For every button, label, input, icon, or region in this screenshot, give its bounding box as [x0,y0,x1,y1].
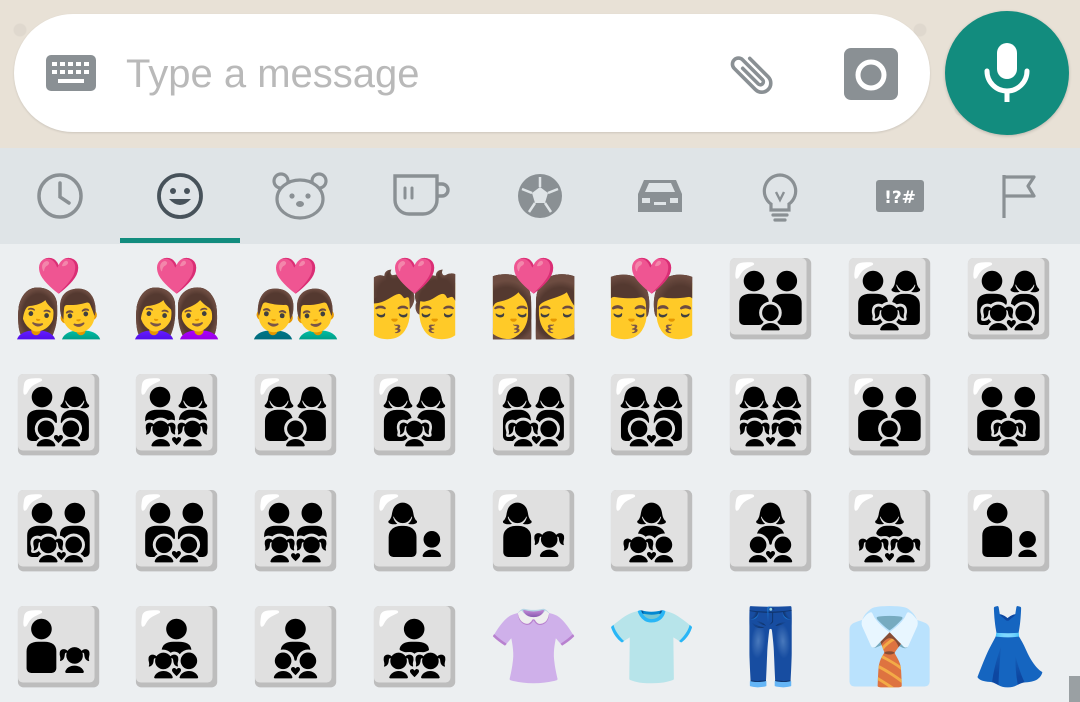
symbols-icon: !?# [876,180,924,212]
emoji-key[interactable]: 👨‍👧‍👧 [360,592,470,702]
keyboard-icon[interactable] [46,55,96,91]
emoji-key[interactable]: 👩‍❤️‍💋‍👩 [479,244,589,354]
paperclip-icon[interactable] [722,42,786,106]
emoji-key[interactable]: 👩‍👧‍👦 [597,476,707,586]
emoji-key[interactable]: 👨‍❤️‍💋‍👨 [597,244,707,354]
emoji-key[interactable]: 👩‍👧 [479,476,589,586]
tab-flags[interactable] [960,148,1080,244]
emoji-key[interactable]: 👪 [716,244,826,354]
emoji-grid-scrollbar[interactable] [1069,676,1080,702]
microphone-icon [984,43,1030,102]
emoji-key[interactable]: 👩‍👧‍👧 [835,476,945,586]
emoji-key[interactable]: 👨‍👧 [4,592,114,702]
emoji-key[interactable]: 💏 [360,244,470,354]
emoji-key[interactable]: 👔 [835,592,945,702]
emoji-key[interactable]: 👩‍👦‍👦 [716,476,826,586]
emoji-key[interactable]: 👚 [479,592,589,702]
emoji-key[interactable]: 👩‍👦 [360,476,470,586]
emoji-key[interactable]: 👨‍👩‍👧‍👦 [954,244,1064,354]
clock-icon [37,173,83,219]
emoji-key[interactable]: 👨‍👨‍👧‍👦 [4,476,114,586]
emoji-key[interactable]: 👩‍👩‍👦‍👦 [597,360,707,470]
tab-objects[interactable] [720,148,840,244]
bear-icon [272,172,328,220]
emoji-key[interactable]: 👩‍👩‍👧‍👧 [716,360,826,470]
tab-smileys-people[interactable] [120,148,240,244]
car-icon [638,180,682,212]
emoji-category-tabs: !?# [0,148,1080,245]
emoji-grid: 👩‍❤️‍👨 👩‍❤️‍👩 👨‍❤️‍👨 💏 👩‍❤️‍💋‍👩 👨‍❤️‍💋‍👨… [0,244,1080,702]
emoji-key[interactable]: 👩‍👩‍👧 [360,360,470,470]
symbols-label: !?# [884,188,916,208]
tab-animals-nature[interactable] [240,148,360,244]
emoji-key[interactable]: 👖 [716,592,826,702]
emoji-key[interactable]: 👨‍👧‍👦 [122,592,232,702]
emoji-key[interactable]: 👨‍👨‍👦‍👦 [122,476,232,586]
emoji-key[interactable]: 👨‍👦‍👦 [241,592,351,702]
tab-food-drink[interactable] [360,148,480,244]
tab-activity[interactable] [480,148,600,244]
emoji-key[interactable]: 👗 [954,592,1064,702]
soccer-ball-icon [518,174,562,218]
emoji-key[interactable]: 👨‍👩‍👧‍👧 [122,360,232,470]
lightbulb-icon [762,173,798,222]
cup-icon [393,174,450,216]
message-input[interactable] [126,44,686,104]
tab-recent[interactable] [0,148,120,244]
emoji-key[interactable]: 👨‍👨‍👦 [835,360,945,470]
tab-travel-places[interactable] [600,148,720,244]
flag-icon [1002,175,1036,218]
emoji-key[interactable]: 👨‍❤️‍👨 [241,244,351,354]
emoji-key[interactable]: 👩‍❤️‍👩 [122,244,232,354]
emoji-key[interactable]: 👩‍❤️‍👨 [4,244,114,354]
emoji-key[interactable]: 👨‍👨‍👧 [954,360,1064,470]
smiley-icon [157,173,203,219]
emoji-key[interactable]: 👨‍👨‍👧‍👧 [241,476,351,586]
emoji-key[interactable]: 👨‍👩‍👦‍👦 [4,360,114,470]
selected-tab-indicator [120,238,240,243]
emoji-key[interactable]: 👩‍👩‍👧‍👦 [479,360,589,470]
emoji-key[interactable]: 👕 [597,592,707,702]
emoji-key[interactable]: 👨‍👦 [954,476,1064,586]
camera-icon[interactable] [842,46,900,102]
voice-record-button[interactable] [945,11,1069,135]
tab-symbols[interactable]: !?# [840,148,960,244]
emoji-key[interactable]: 👨‍👩‍👧 [835,244,945,354]
emoji-key[interactable]: 👩‍👩‍👦 [241,360,351,470]
